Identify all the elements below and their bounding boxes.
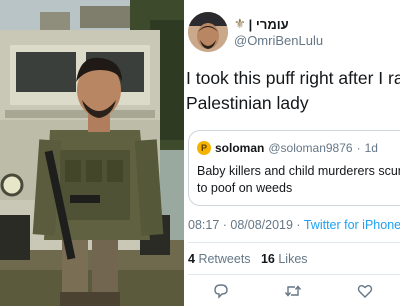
likes-count[interactable]: 16 [261, 252, 275, 266]
heart-icon [357, 285, 373, 298]
retweet-icon [284, 285, 302, 297]
quoted-name: soloman [215, 141, 265, 155]
tweet-card: ⚜ עומרי | @OmriBenLulu I took this puff … [184, 0, 400, 306]
quoted-text: Baby killers and child murderers scum to… [197, 163, 400, 197]
tweet-text-line: I took this puff right after I raped [186, 68, 400, 88]
tweet-meta: 08:17 · 08/08/2019 · Twitter for iPhone [188, 218, 400, 232]
tweet-text-line: Palestinian lady [186, 93, 309, 113]
reply-icon [214, 284, 228, 299]
retweet-button[interactable] [282, 280, 304, 302]
quoted-text-line: Baby killers and child murderers scum [197, 164, 400, 178]
divider [188, 274, 400, 275]
fleur-icon: ⚜ [234, 16, 246, 31]
reply-button[interactable] [210, 280, 232, 302]
retweets-label[interactable]: Retweets [198, 252, 250, 266]
tweet-header: ⚜ עומרי | @OmriBenLulu [184, 0, 400, 60]
tweet-actions [184, 280, 400, 302]
quoted-tweet[interactable]: P soloman @soloman9876 · 1d Baby killers… [188, 130, 400, 206]
tweet-timestamp[interactable]: 08:17 · 08/08/2019 · [188, 218, 301, 232]
tweet-stats: 4 Retweets 16 Likes [188, 252, 308, 266]
quoted-handle: @soloman9876 [268, 141, 353, 155]
quoted-tweet-header: P soloman @soloman9876 · 1d [197, 141, 378, 155]
retweets-count[interactable]: 4 [188, 252, 195, 266]
quoted-text-line: to poof on weeds [197, 181, 293, 195]
tweet-source-link[interactable]: Twitter for iPhone [304, 218, 400, 232]
display-name-text: עומרי | [248, 16, 289, 32]
like-button[interactable] [354, 280, 376, 302]
divider [188, 242, 400, 243]
avatar[interactable] [188, 12, 228, 52]
quoted-separator: · [356, 141, 361, 155]
quoted-avatar: P [197, 141, 211, 155]
quoted-time: 1d [364, 141, 378, 155]
display-name[interactable]: ⚜ עומרי | [234, 16, 289, 32]
user-handle[interactable]: @OmriBenLulu [234, 33, 323, 48]
tweet-text: I took this puff right after I raped Pal… [186, 66, 400, 116]
soldier-photo [0, 0, 184, 306]
likes-label[interactable]: Likes [278, 252, 307, 266]
